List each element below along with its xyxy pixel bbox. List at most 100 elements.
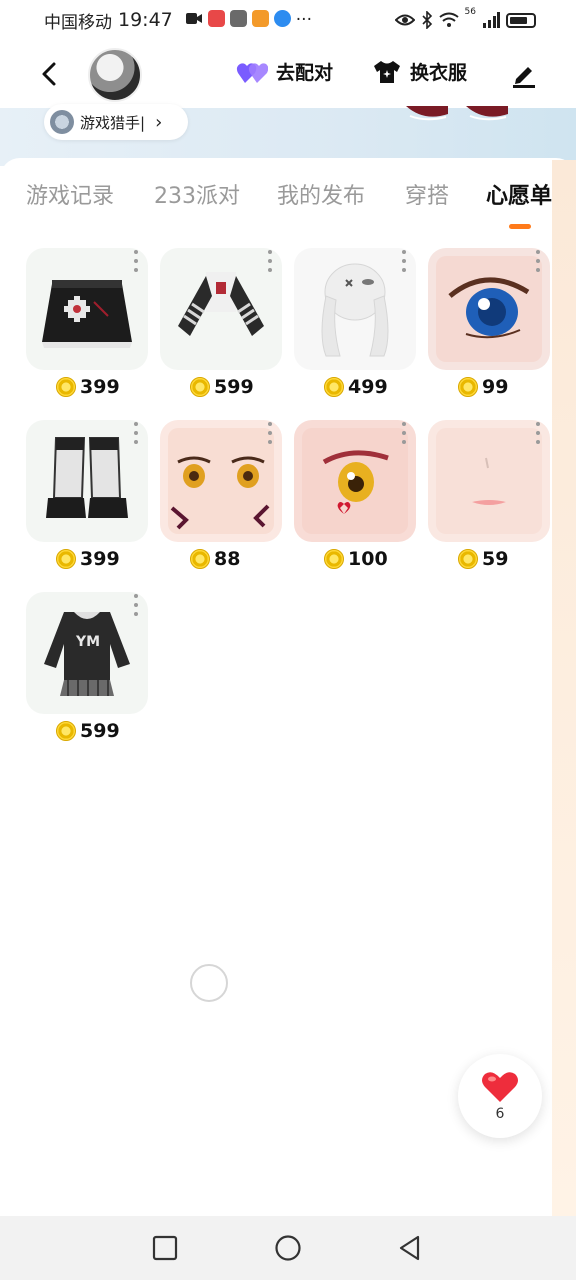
pair-button[interactable]: 去配对: [236, 58, 333, 85]
price-value: 599: [80, 720, 120, 742]
item-price: 599: [56, 720, 120, 742]
item-thumbnail[interactable]: [294, 420, 416, 542]
back-nav-button[interactable]: [396, 1234, 424, 1262]
item-price: 399: [56, 376, 120, 398]
item-more-button[interactable]: [134, 250, 140, 272]
striped-top-image: [178, 272, 264, 336]
status-bar: 中国移动 19:47 ··· 56: [0, 0, 576, 40]
price-value: 599: [214, 376, 254, 398]
wishlist-item[interactable]: 499: [294, 240, 428, 410]
item-more-button[interactable]: [134, 422, 140, 444]
wishlist-fab[interactable]: 6: [458, 1054, 542, 1138]
circle-icon: [275, 1235, 301, 1261]
item-thumbnail[interactable]: [428, 248, 550, 370]
wishlist-item[interactable]: 88: [160, 412, 294, 582]
coin-icon: [190, 377, 210, 397]
tab-my-posts[interactable]: 我的发布: [277, 178, 365, 210]
app-notification-icon: [229, 10, 247, 27]
heart-pair-icon: [236, 62, 268, 83]
item-thumbnail[interactable]: [26, 248, 148, 370]
status-right: 56: [394, 7, 536, 29]
wishlist-item[interactable]: YM 599: [26, 584, 160, 754]
active-tab-indicator: [509, 224, 531, 229]
wishlist-item[interactable]: 599: [160, 240, 294, 410]
title-tag[interactable]: 游戏猎手| ›: [44, 104, 188, 140]
app-header: 去配对 换衣服: [0, 40, 576, 108]
item-price: 59: [458, 548, 508, 570]
signal-label: 56: [464, 7, 476, 17]
wifi-icon: [438, 12, 459, 27]
item-more-button[interactable]: [536, 250, 542, 272]
item-thumbnail[interactable]: [428, 420, 550, 542]
heart-icon: [482, 1072, 518, 1102]
item-more-button[interactable]: [134, 594, 140, 616]
app-notification-icon: [273, 10, 291, 27]
carrier-name: 中国移动: [44, 12, 112, 33]
item-thumbnail[interactable]: [294, 248, 416, 370]
edit-button[interactable]: [510, 60, 538, 88]
triangle-back-icon: [399, 1235, 420, 1261]
wishlist-count: 6: [495, 1106, 505, 1122]
item-more-button[interactable]: [402, 422, 408, 444]
item-price: 599: [190, 376, 254, 398]
home-button[interactable]: [274, 1234, 302, 1262]
blue-eye-image: [436, 256, 542, 362]
coin-icon: [324, 377, 344, 397]
tab-game-records[interactable]: 游戏记录: [26, 178, 114, 210]
price-value: 100: [348, 548, 388, 570]
wishlist-item[interactable]: 99: [428, 240, 562, 410]
item-price: 88: [190, 548, 240, 570]
more-notifications: ···: [295, 10, 312, 30]
item-price: 499: [324, 376, 388, 398]
square-icon: [152, 1235, 178, 1261]
coin-icon: [56, 549, 76, 569]
wishlist-item[interactable]: 399: [26, 240, 160, 410]
pencil-icon: [515, 67, 532, 84]
item-thumbnail[interactable]: [160, 248, 282, 370]
item-price: 399: [56, 548, 120, 570]
ym-hoodie-image: YM: [44, 612, 130, 696]
loading-spinner: [190, 964, 228, 1002]
chevron-right-icon: ›: [155, 111, 163, 133]
yellow-eye-face-image: [168, 428, 274, 534]
price-value: 88: [214, 548, 241, 570]
item-more-button[interactable]: [268, 422, 274, 444]
change-outfit-label: 换衣服: [410, 62, 468, 84]
video-call-icon: [185, 13, 202, 24]
change-outfit-button[interactable]: 换衣服: [372, 58, 467, 85]
coin-icon: [458, 377, 478, 397]
wishlist-item[interactable]: 399: [26, 412, 160, 582]
tab-wishlist[interactable]: 心愿单: [486, 178, 552, 210]
svg-text:YM: YM: [75, 634, 100, 650]
item-thumbnail[interactable]: YM: [26, 592, 148, 714]
white-hair-image: [321, 263, 389, 357]
app-notification-icon: [207, 10, 225, 27]
item-thumbnail[interactable]: [26, 420, 148, 542]
coin-icon: [458, 549, 478, 569]
item-more-button[interactable]: [402, 250, 408, 272]
price-value: 399: [80, 548, 120, 570]
title-tag-label: 游戏猎手|: [80, 113, 146, 132]
status-left: 中国移动 19:47 ···: [44, 8, 312, 33]
system-nav-bar: [0, 1216, 576, 1280]
item-thumbnail[interactable]: [160, 420, 282, 542]
lip-face-image: [436, 428, 542, 534]
wishlist-item[interactable]: 59: [428, 412, 562, 582]
wishlist-item[interactable]: 100: [294, 412, 428, 582]
tab-233-party[interactable]: 233派对: [154, 178, 240, 210]
eye-icon: [394, 14, 415, 26]
signal-icon: [483, 12, 500, 28]
item-more-button[interactable]: [268, 250, 274, 272]
coin-icon: [56, 377, 76, 397]
coin-icon: [324, 549, 344, 569]
item-price: 100: [324, 548, 388, 570]
avatar[interactable]: [88, 48, 142, 102]
price-value: 99: [482, 376, 509, 398]
back-button[interactable]: [36, 60, 64, 88]
price-value: 59: [482, 548, 509, 570]
tab-outfits[interactable]: 穿搭: [405, 178, 449, 210]
price-value: 499: [348, 376, 388, 398]
item-more-button[interactable]: [536, 422, 542, 444]
recent-apps-button[interactable]: [151, 1234, 179, 1262]
title-badge-icon: [50, 110, 74, 134]
